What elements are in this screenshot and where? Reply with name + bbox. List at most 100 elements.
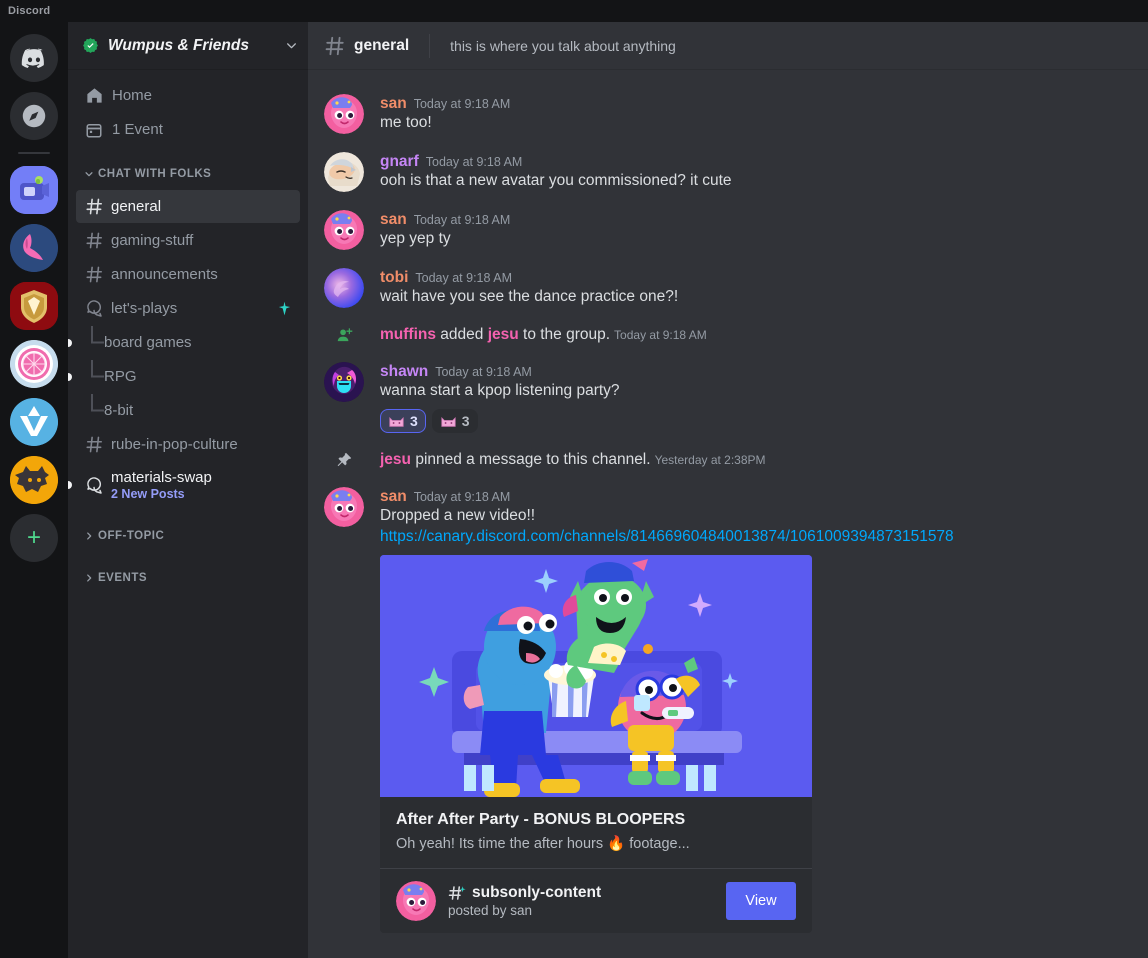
calendar-icon (84, 120, 104, 140)
avatar[interactable] (324, 94, 364, 134)
forum-channel-text: materials-swap 2 New Posts (111, 469, 212, 501)
sidebar-channel-rube-in-pop-culture[interactable]: rube-in-pop-culture (76, 428, 300, 461)
thread-label: 8-bit (104, 402, 134, 419)
chevron-down-icon[interactable] (285, 39, 298, 52)
embed-footer-channel[interactable]: subsonly-content (472, 884, 601, 902)
hash-icon (84, 231, 104, 251)
plus-icon: + (26, 524, 41, 551)
message-text-prefix: Dropped a new video!! (380, 507, 536, 525)
chevron-right-icon (84, 573, 94, 583)
embed-footer-title-row: subsonly-content (448, 884, 714, 902)
system-middle: added (435, 326, 488, 343)
avatar[interactable] (324, 362, 364, 402)
message-link[interactable]: https://canary.discord.com/channels/8146… (380, 528, 954, 545)
guild-header[interactable]: Wumpus & Friends (68, 22, 308, 70)
reaction-count: 3 (461, 412, 470, 429)
server-icon-wolf[interactable] (10, 456, 58, 504)
avatar[interactable] (324, 210, 364, 250)
sidebar-channel-materials-swap[interactable]: materials-swap 2 New Posts (68, 462, 300, 508)
category-chat-with-folks[interactable]: CHAT WITH FOLKS (76, 160, 300, 188)
category-label: CHAT WITH FOLKS (98, 168, 212, 180)
hash-icon (84, 435, 104, 455)
sidebar-item-home[interactable]: Home (76, 79, 300, 112)
target-name[interactable]: jesu (488, 326, 519, 343)
rail-divider (18, 152, 50, 154)
reaction-count: 3 (410, 412, 418, 429)
server-icon-bunny[interactable] (10, 224, 58, 272)
server-icon-vee[interactable] (10, 398, 58, 446)
embed-text-block: After After Party - BONUS BLOOPERS Oh ye… (380, 797, 812, 868)
message-text: yep yep ty (380, 230, 451, 248)
server-icon-discord-home[interactable] (10, 34, 58, 82)
message-header: gnarf Today at 9:18 AM (380, 152, 1100, 171)
hash-icon (84, 265, 104, 285)
reaction-pill[interactable]: 3 (380, 408, 426, 433)
view-button[interactable]: View (726, 882, 796, 921)
window-body: + Wumpus & Friends Home 1 Event CHAT WIT… (0, 22, 1148, 958)
message-body: gnarf Today at 9:18 AM ooh is that a new… (380, 152, 1100, 192)
message-timestamp: Today at 9:18 AM (415, 271, 512, 285)
embed-illustration[interactable] (380, 555, 812, 798)
channel-label: general (111, 198, 162, 215)
sidebar-channel-general[interactable]: general (76, 190, 300, 223)
system-timestamp: Yesterday at 2:38PM (654, 452, 766, 467)
server-icon-crest[interactable] (10, 282, 58, 330)
sidebar-thread-8-bit[interactable]: 8-bit (76, 394, 300, 427)
category-label: OFF-TOPIC (98, 530, 165, 542)
sidebar-item-events[interactable]: 1 Event (76, 113, 300, 146)
message-header: tobi Today at 9:18 AM (380, 268, 1100, 287)
sidebar-channel-gaming-stuff[interactable]: gaming-stuff (76, 224, 300, 257)
avatar[interactable] (324, 268, 364, 308)
avatar[interactable] (324, 152, 364, 192)
system-tail: to the group. (518, 326, 611, 343)
embed-description: Oh yeah! Its time the after hours 🔥 foot… (396, 836, 690, 853)
sidebar-item-label: Home (112, 87, 153, 104)
message-author[interactable]: san (380, 210, 407, 229)
message-author[interactable]: shawn (380, 362, 428, 381)
sidebar-channel-lets-plays[interactable]: let's-plays (76, 292, 300, 325)
message-author[interactable]: san (380, 94, 407, 113)
message-author[interactable]: gnarf (380, 152, 419, 171)
message-text: wait have you see the dance practice one… (380, 288, 679, 306)
sidebar-channel-announcements[interactable]: announcements (76, 258, 300, 291)
message-header: san Today at 9:18 AM (380, 487, 1100, 506)
message-timestamp: Today at 9:18 AM (435, 365, 532, 379)
embed-author-avatar (396, 881, 436, 922)
actor-name[interactable]: muffins (380, 326, 436, 343)
message-body: san Today at 9:18 AM me too! (380, 94, 1100, 134)
channel-title: general (354, 36, 410, 54)
system-tail: pinned a message to this channel. (411, 450, 651, 468)
server-icon-wumpus[interactable] (10, 166, 58, 214)
message-item: san Today at 9:18 AM me too! (308, 92, 1148, 136)
avatar[interactable] (324, 486, 364, 527)
message-timestamp: Today at 9:18 AM (413, 489, 511, 504)
thread-line (90, 326, 104, 359)
message-item: san Today at 9:18 AM Dropped a new video… (308, 485, 1148, 935)
hash-icon (324, 35, 346, 57)
system-message-text: jesu pinned a message to this channel. Ye… (380, 451, 766, 469)
add-server-button[interactable]: + (10, 514, 58, 562)
message-embed[interactable]: After After Party - BONUS BLOOPERS Oh ye… (380, 555, 812, 934)
discord-window: Discord + Wumpus & Friends Home 1 Event … (0, 0, 1148, 958)
chevron-down-icon (84, 169, 94, 179)
channel-sidebar: Wumpus & Friends Home 1 Event CHAT WITH … (68, 22, 308, 958)
reaction-pill[interactable]: 3 (431, 408, 478, 433)
sidebar-thread-board-games[interactable]: board games (68, 326, 300, 359)
category-events[interactable]: EVENTS (76, 564, 300, 592)
message-timestamp: Today at 9:18 AM (413, 97, 511, 111)
server-icon-disco[interactable] (10, 340, 58, 388)
message-author[interactable]: san (380, 487, 407, 506)
message-author[interactable]: tobi (380, 268, 408, 287)
message-item: san Today at 9:18 AM yep yep ty (308, 208, 1148, 252)
channel-label: materials-swap (111, 469, 212, 486)
sidebar-thread-rpg[interactable]: RPG (68, 360, 300, 393)
embed-title[interactable]: After After Party - BONUS BLOOPERS (396, 811, 796, 829)
message-list[interactable]: san Today at 9:18 AM me too! gnarf Today… (308, 70, 1148, 958)
title-bar: Discord (0, 0, 1148, 22)
server-icon-explore[interactable] (10, 92, 58, 140)
app-brand-label: Discord (8, 5, 51, 17)
message-text: me too! (380, 114, 432, 132)
channel-label: gaming-stuff (111, 232, 194, 249)
actor-name[interactable]: jesu (380, 451, 411, 468)
category-off-topic[interactable]: OFF-TOPIC (76, 522, 300, 550)
